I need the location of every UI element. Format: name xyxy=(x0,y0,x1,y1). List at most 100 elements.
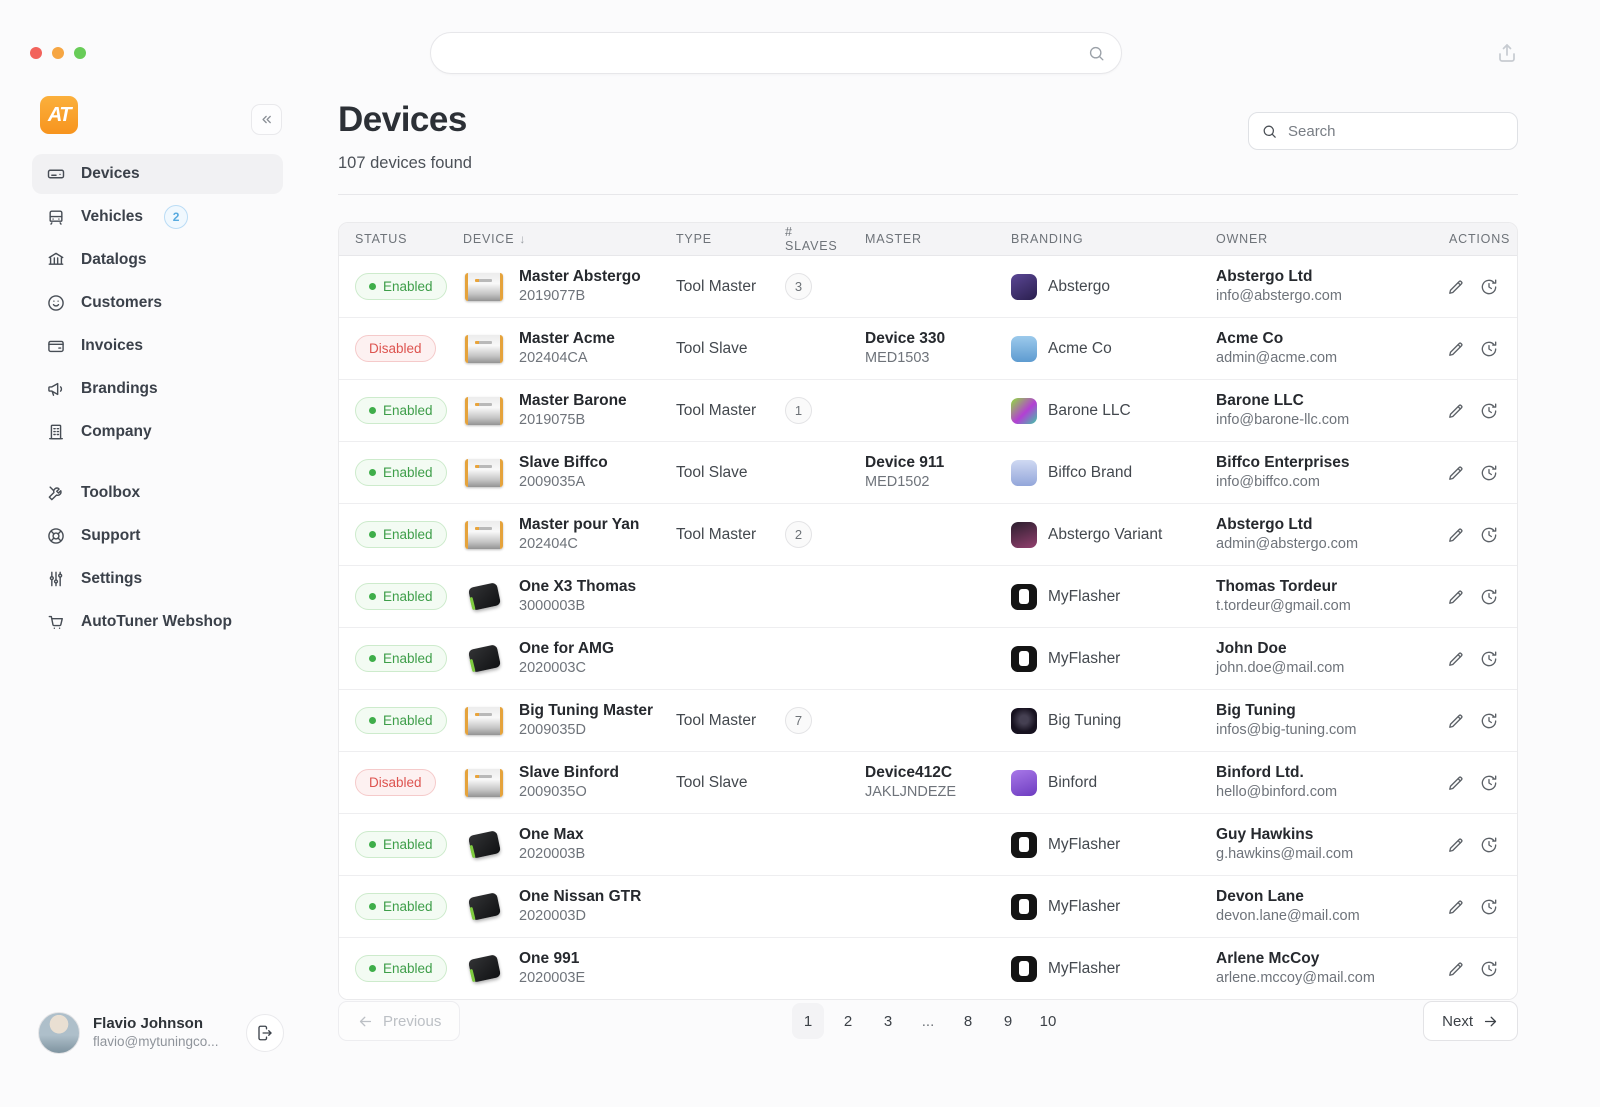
sidebar-item-support[interactable]: Support xyxy=(32,516,283,556)
branding-label: MyFlasher xyxy=(1048,588,1120,606)
device-history-button[interactable] xyxy=(1479,649,1499,669)
table-row[interactable]: Enabled One Max 2020003B MyFlasher xyxy=(339,813,1517,875)
page-number[interactable]: 8 xyxy=(952,1003,984,1039)
device-history-button[interactable] xyxy=(1479,835,1499,855)
table-search[interactable] xyxy=(1248,112,1518,150)
sidebar-item-vehicles[interactable]: Vehicles 2 xyxy=(32,197,283,237)
status-cell: Disabled xyxy=(339,318,447,379)
device-history-button[interactable] xyxy=(1479,401,1499,421)
edit-device-button[interactable] xyxy=(1446,649,1466,669)
device-image xyxy=(463,390,505,432)
status-label: Enabled xyxy=(383,403,433,418)
owner-name: John Doe xyxy=(1216,639,1344,659)
page-number[interactable]: 3 xyxy=(872,1003,904,1039)
master-cell xyxy=(849,504,995,565)
page-number[interactable]: 10 xyxy=(1032,1003,1064,1039)
app-logo-text: AT xyxy=(48,104,70,127)
device-name: One 991 xyxy=(519,949,585,969)
table-row[interactable]: Enabled Master Abstergo 2019077B Tool Ma… xyxy=(339,256,1517,317)
sidebar-item-brandings[interactable]: Brandings xyxy=(32,369,283,409)
table-row[interactable]: Enabled One 991 2020003E MyFlasher xyxy=(339,937,1517,999)
edit-device-button[interactable] xyxy=(1446,959,1466,979)
previous-page-button[interactable]: Previous xyxy=(338,1001,460,1041)
zoom-button[interactable] xyxy=(74,47,86,59)
edit-device-button[interactable] xyxy=(1446,277,1466,297)
branding-label: Abstergo xyxy=(1048,278,1110,296)
owner-email: devon.lane@mail.com xyxy=(1216,907,1360,926)
table-row[interactable]: Disabled Slave Binford 2009035O Tool Sla… xyxy=(339,751,1517,813)
column-header-branding[interactable]: BRANDING xyxy=(995,223,1200,255)
minimize-button[interactable] xyxy=(52,47,64,59)
sidebar-item-invoices[interactable]: Invoices xyxy=(32,326,283,366)
device-history-button[interactable] xyxy=(1479,897,1499,917)
status-badge: Enabled xyxy=(355,893,447,920)
table-row[interactable]: Enabled One for AMG 2020003C MyFlasher xyxy=(339,627,1517,689)
page-number[interactable]: 2 xyxy=(832,1003,864,1039)
sidebar-item-webshop[interactable]: AutoTuner Webshop xyxy=(32,602,283,642)
device-history-button[interactable] xyxy=(1479,773,1499,793)
device-history-button[interactable] xyxy=(1479,587,1499,607)
column-header-type[interactable]: TYPE xyxy=(660,223,769,255)
device-history-button[interactable] xyxy=(1479,339,1499,359)
edit-device-button[interactable] xyxy=(1446,587,1466,607)
table-search-input[interactable] xyxy=(1286,122,1505,141)
edit-device-button[interactable] xyxy=(1446,835,1466,855)
status-cell: Enabled xyxy=(339,504,447,565)
edit-device-button[interactable] xyxy=(1446,525,1466,545)
page-number[interactable]: 1 xyxy=(792,1003,824,1039)
pencil-icon xyxy=(1446,587,1466,607)
device-history-button[interactable] xyxy=(1479,463,1499,483)
sidebar-item-devices[interactable]: Devices xyxy=(32,154,283,194)
device-cell: One 991 2020003E xyxy=(447,938,660,999)
column-header-master[interactable]: MASTER xyxy=(849,223,995,255)
table-row[interactable]: Enabled One X3 Thomas 3000003B MyFlasher xyxy=(339,565,1517,627)
user-card[interactable]: Flavio Johnson flavio@mytuningco... xyxy=(38,1012,284,1054)
sidebar-item-company[interactable]: Company xyxy=(32,412,283,452)
edit-device-button[interactable] xyxy=(1446,463,1466,483)
device-code: 2009035A xyxy=(519,473,608,492)
status-dot-icon xyxy=(369,469,376,476)
table-row[interactable]: Disabled Master Acme 202404CA Tool Slave… xyxy=(339,317,1517,379)
vehicles-count-badge: 2 xyxy=(164,205,188,229)
sidebar-item-datalogs[interactable]: Datalogs xyxy=(32,240,283,280)
column-header-status[interactable]: STATUS xyxy=(339,223,447,255)
sidebar-item-customers[interactable]: Customers xyxy=(32,283,283,323)
pencil-icon xyxy=(1446,773,1466,793)
edit-device-button[interactable] xyxy=(1446,773,1466,793)
sidebar-item-settings[interactable]: Settings xyxy=(32,559,283,599)
column-header-slaves[interactable]: # SLAVES xyxy=(769,223,849,255)
next-label: Next xyxy=(1442,1013,1473,1030)
page-numbers: 123...8910 xyxy=(792,1003,1064,1039)
pencil-icon xyxy=(1446,277,1466,297)
close-button[interactable] xyxy=(30,47,42,59)
sidebar-collapse-button[interactable] xyxy=(251,104,282,135)
status-cell: Enabled xyxy=(339,938,447,999)
table-row[interactable]: Enabled Master pour Yan 202404C Tool Mas… xyxy=(339,503,1517,565)
sidebar-item-label: AutoTuner Webshop xyxy=(81,613,232,631)
table-row[interactable]: Enabled Big Tuning Master 2009035D Tool … xyxy=(339,689,1517,751)
column-header-device[interactable]: DEVICE ↓ xyxy=(447,223,660,255)
device-history-button[interactable] xyxy=(1479,525,1499,545)
device-history-button[interactable] xyxy=(1479,711,1499,731)
device-history-button[interactable] xyxy=(1479,277,1499,297)
status-label: Enabled xyxy=(383,651,433,666)
edit-device-button[interactable] xyxy=(1446,339,1466,359)
branding-logo xyxy=(1011,956,1037,982)
sidebar-item-label: Brandings xyxy=(81,380,158,398)
owner-cell: Guy Hawkins g.hawkins@mail.com xyxy=(1200,814,1433,875)
edit-device-button[interactable] xyxy=(1446,711,1466,731)
column-header-owner[interactable]: OWNER xyxy=(1200,223,1433,255)
device-name: Master Barone xyxy=(519,391,627,411)
logout-button[interactable] xyxy=(246,1014,284,1052)
device-history-button[interactable] xyxy=(1479,959,1499,979)
sidebar-item-toolbox[interactable]: Toolbox xyxy=(32,473,283,513)
master-code: MED1503 xyxy=(865,349,945,368)
table-row[interactable]: Enabled Slave Biffco 2009035A Tool Slave… xyxy=(339,441,1517,503)
table-row[interactable]: Enabled Master Barone 2019075B Tool Mast… xyxy=(339,379,1517,441)
edit-device-button[interactable] xyxy=(1446,897,1466,917)
table-row[interactable]: Enabled One Nissan GTR 2020003D MyFlashe… xyxy=(339,875,1517,937)
main-content: Devices 107 devices found STATUS DEVICE … xyxy=(338,0,1518,1107)
next-page-button[interactable]: Next xyxy=(1423,1001,1518,1041)
edit-device-button[interactable] xyxy=(1446,401,1466,421)
page-number[interactable]: 9 xyxy=(992,1003,1024,1039)
